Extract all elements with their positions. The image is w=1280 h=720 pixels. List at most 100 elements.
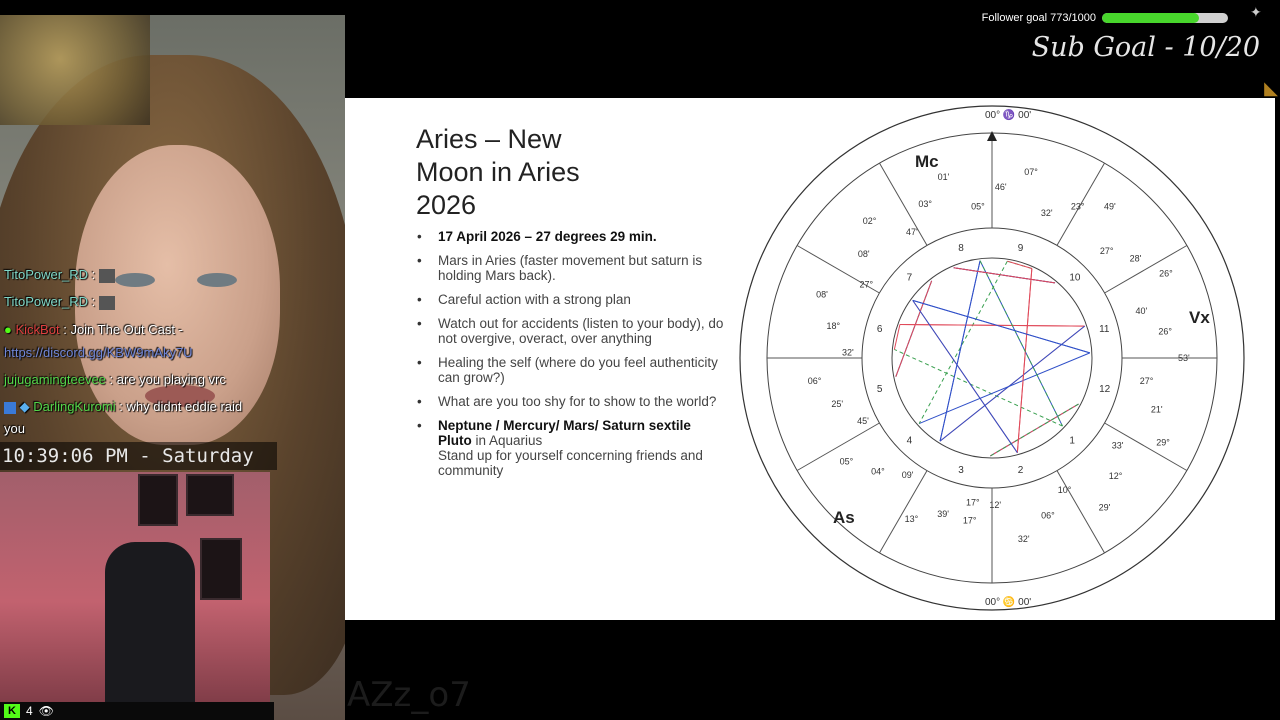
- house-number: 7: [907, 273, 913, 284]
- degree-label: 01': [938, 172, 950, 182]
- degree-label: 53': [1178, 353, 1190, 363]
- midheaven-label: Mc: [915, 152, 939, 171]
- aspect-line: [894, 349, 1063, 427]
- wall-picture: [200, 538, 242, 600]
- chat-username[interactable]: TitoPower_RD: [4, 267, 88, 282]
- eye-icon: 👁: [38, 704, 54, 718]
- leaf-icon: ◣: [1264, 78, 1278, 98]
- chat-message: TitoPower_RD :: [4, 294, 115, 310]
- ic-cusp-label: 00° ♋ 00': [985, 595, 1031, 608]
- wall-picture: [186, 474, 234, 516]
- house-number: 6: [877, 324, 883, 335]
- degree-label: 07°: [1024, 167, 1038, 177]
- bullet-item: What are you too shy for to show to the …: [417, 394, 727, 409]
- house-cusp-line: [879, 470, 928, 554]
- stream-watermark: AZz_o7: [347, 675, 471, 715]
- degree-label: 10°: [1058, 485, 1072, 495]
- degree-label: 17°: [963, 515, 977, 525]
- bullet-text: What are you too shy for to show to the …: [438, 394, 717, 409]
- chat-message: TitoPower_RD :: [4, 267, 115, 283]
- degree-label: 49': [1104, 201, 1116, 211]
- aspect-line: [899, 323, 1085, 327]
- house-number: 11: [1099, 324, 1110, 335]
- house-number: 3: [958, 465, 964, 476]
- mc-cusp-label: 00° ♑ 00': [985, 108, 1031, 121]
- follower-goal-label: Follower goal 773/1000: [981, 12, 1096, 24]
- chat-separator: :: [91, 267, 96, 282]
- house-cusp-line: [1056, 470, 1105, 554]
- degree-label: 25': [831, 399, 843, 409]
- right-eye: [197, 273, 237, 287]
- degree-label: 39': [937, 509, 949, 519]
- house-ring: [861, 227, 1123, 489]
- degree-label: 21': [1151, 405, 1163, 415]
- degree-label: 33': [1112, 440, 1124, 450]
- aspect-line: [893, 324, 901, 350]
- mc-arrow-icon: [987, 131, 997, 141]
- degree-label: 40': [1135, 306, 1147, 316]
- chat-username[interactable]: KickBot: [15, 322, 59, 337]
- chat-separator: :: [91, 294, 96, 309]
- chat-text: are you playing vrc: [116, 372, 226, 387]
- degree-label: 26°: [1159, 268, 1173, 278]
- degree-label: 45': [857, 416, 869, 426]
- house-number: 9: [1018, 243, 1024, 254]
- house-number: 10: [1069, 273, 1081, 284]
- gaming-chair: [105, 542, 195, 708]
- bullet-text: Watch out for accidents (listen to your …: [438, 316, 724, 346]
- degree-label: 32': [1041, 208, 1053, 218]
- degree-label: 06°: [1041, 511, 1055, 521]
- bullet-item: 17 April 2026 – 27 degrees 29 min.: [417, 229, 727, 244]
- chat-text: you: [4, 421, 25, 436]
- degree-label: 12°: [1109, 471, 1123, 481]
- stream-clock: 10:39:06 PM - Saturday: [0, 442, 277, 470]
- bullet-item: Mars in Aries (faster movement but satur…: [417, 253, 727, 283]
- chat-link[interactable]: https://discord.gg/KBW9mAky7U: [4, 345, 193, 360]
- mascot-icon: ✦: [1250, 4, 1262, 20]
- degree-label: 05°: [971, 201, 985, 211]
- slide-title: Aries – New Moon in Aries 2026: [416, 123, 676, 222]
- house-number: 8: [958, 243, 964, 254]
- badge-icon: ◆: [19, 399, 30, 414]
- ascendant-label: As: [833, 508, 855, 527]
- degree-label: 17°: [966, 498, 980, 508]
- bullet-item: Careful action with a strong plan: [417, 292, 727, 307]
- bullet-item: Healing the self (where do you feel auth…: [417, 355, 727, 385]
- degree-label: 12': [989, 500, 1001, 510]
- house-numbers: 12345678 9101112: [877, 243, 1111, 476]
- degree-label: 08': [816, 289, 828, 299]
- degree-label: 06°: [808, 376, 822, 386]
- viewer-count: 4: [26, 704, 33, 718]
- house-number: 4: [907, 435, 913, 446]
- chat-message: ◆ DarlingKuromi : why didnt eddie raid: [4, 399, 242, 415]
- chat-text: why didnt eddie raid: [126, 399, 243, 414]
- degree-label: 13°: [905, 514, 919, 524]
- degree-label: 23°: [1071, 202, 1085, 212]
- degree-label: 04°: [871, 467, 885, 477]
- chat-username[interactable]: jujugamingteevee: [4, 372, 106, 387]
- bullet-text: Stand up for yourself concerning friends…: [438, 448, 703, 478]
- aspect-line: [912, 300, 1018, 453]
- bullet-bold: 17 April 2026 – 27 degrees 29 min.: [438, 229, 657, 244]
- aspect-line: [912, 299, 1091, 354]
- degree-label: 46': [995, 182, 1007, 192]
- bullet-item: Neptune / Mercury/ Mars/ Saturn sextile …: [417, 418, 727, 478]
- chat-username[interactable]: TitoPower_RD: [4, 294, 88, 309]
- chat-separator: :: [63, 322, 67, 337]
- slide-bullets: 17 April 2026 – 27 degrees 29 min. Mars …: [417, 229, 727, 487]
- astrology-chart-wheel: 12345678 9101112 17°39'13°09'04°05°45'25'…: [739, 105, 1245, 611]
- wall-decoration: [0, 15, 150, 125]
- degree-label: 47': [906, 227, 918, 237]
- bullet-text: Mars in Aries (faster movement but satur…: [438, 253, 703, 283]
- follower-goal-fill: [1102, 13, 1200, 23]
- chat-username[interactable]: DarlingKuromi: [33, 399, 115, 414]
- chat-message: jujugamingteevee : are you playing vrc: [4, 372, 226, 387]
- degree-label: 02°: [863, 216, 877, 226]
- bot-badge-icon: ●: [4, 322, 12, 337]
- aspect-lines: [893, 260, 1091, 457]
- degree-label: 26°: [1158, 327, 1172, 337]
- slide-title-line: 2026: [416, 190, 477, 220]
- vertex-label: Vx: [1189, 308, 1210, 327]
- house-cusp-line: [1104, 245, 1188, 294]
- emote-icon: [98, 268, 115, 283]
